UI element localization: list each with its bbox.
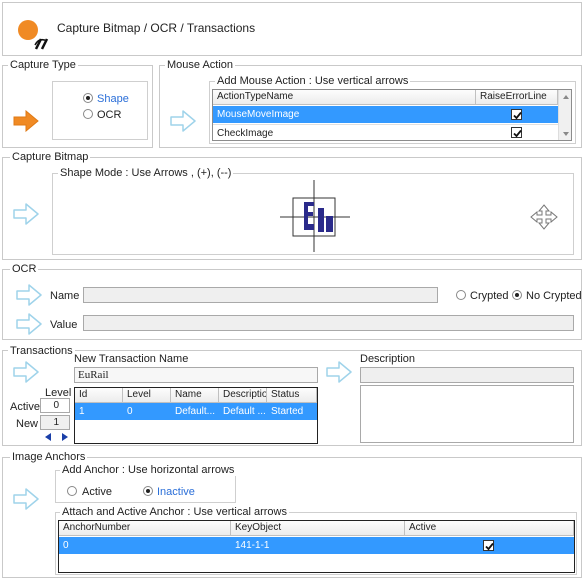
add-mouse-action-legend: Add Mouse Action : Use vertical arrows [215,75,411,87]
ocr-name-arrow-icon[interactable] [16,284,42,306]
col-actiontypename[interactable]: ActionTypeName [213,90,476,105]
anchors-grid[interactable]: AnchorNumber KeyObject Active 0 141-1-1 [58,520,575,573]
description-label: Description [360,353,416,365]
raise-error-checkbox[interactable] [511,109,522,120]
new-level-value: 1 [53,417,59,428]
col-keyobject[interactable]: KeyObject [231,521,405,536]
table-row[interactable]: 0 141-1-1 [59,537,574,554]
orange-arrow-icon [13,110,39,132]
col-raiseerrorline[interactable]: RaiseErrorLine [476,90,558,105]
new-level-input[interactable]: 1 [40,415,70,430]
active-level-value: 0 [53,400,59,411]
active-label: Active [10,401,40,413]
ocr-name-input[interactable] [83,287,438,303]
mouse-action-grid[interactable]: ActionTypeName RaiseErrorLine MouseMoveI… [212,89,572,141]
anchor-active-checkbox[interactable] [483,540,494,551]
radio-no-crypted[interactable] [512,290,522,300]
add-anchor-legend: Add Anchor : Use horizontal arrows [60,464,237,476]
level-left-arrow-icon[interactable] [44,433,52,441]
mouse-action-arrow-icon[interactable] [170,110,196,132]
transaction-description: Default ... [223,406,266,417]
col-status[interactable]: Status [267,388,317,403]
ocr-value-label: Value [50,319,78,331]
mouse-action-name: MouseMoveImage [217,109,300,120]
page-title: Capture Bitmap / OCR / Transactions [57,21,256,35]
radio-crypted[interactable] [456,290,466,300]
radio-anchor-inactive[interactable] [143,486,153,496]
transaction-name-label: New Transaction Name [74,353,189,365]
anchor-number: 0 [63,540,69,551]
transaction-status: Started [271,406,304,417]
transaction-name: Default... [175,406,216,417]
transactions-legend: Transactions [8,345,75,357]
radio-shape-label[interactable]: Shape [97,93,129,105]
col-description[interactable]: Description [219,388,267,403]
transaction-id: 1 [79,406,85,417]
radio-ocr[interactable] [83,109,93,119]
raise-error-checkbox[interactable] [511,127,522,138]
table-row[interactable]: 1 0 Default... Default ... Started [75,403,317,420]
ocr-value-arrow-icon[interactable] [16,313,42,335]
mouse-action-name: CheckImage [217,128,274,139]
header-panel: Capture Bitmap / OCR / Transactions [2,2,582,56]
radio-no-crypted-label[interactable]: No Crypted [526,290,582,302]
col-anchornumber[interactable]: AnchorNumber [59,521,231,536]
radio-shape[interactable] [83,93,93,103]
app-logo-icon [17,15,53,53]
radio-anchor-inactive-label[interactable]: Inactive [157,486,195,498]
bitmap-preview[interactable] [280,180,350,252]
anchor-key-object: 141-1-1 [235,540,270,551]
active-level-input[interactable]: 0 [40,398,70,413]
capture-bitmap-legend: Capture Bitmap [10,151,91,163]
mouse-action-legend: Mouse Action [165,59,236,71]
col-anchor-active[interactable]: Active [405,521,574,536]
image-anchors-legend: Image Anchors [10,451,88,463]
transactions-arrow-icon[interactable] [13,361,39,383]
radio-ocr-label[interactable]: OCR [97,109,121,121]
radio-crypted-label[interactable]: Crypted [470,290,509,302]
capture-type-legend: Capture Type [8,59,78,71]
table-row[interactable]: MouseMoveImage [213,106,558,123]
level-right-arrow-icon[interactable] [61,433,69,441]
radio-anchor-active-label[interactable]: Active [82,486,112,498]
ocr-name-label: Name [50,290,80,302]
ocr-value-input[interactable] [83,315,574,331]
description-textarea[interactable] [360,385,574,443]
col-level[interactable]: Level [123,388,171,403]
table-row[interactable]: CheckImage [213,124,558,140]
shape-mode-legend: Shape Mode : Use Arrows , (+), (--) [58,167,234,179]
description-input[interactable] [360,367,574,383]
transaction-description-arrow-icon[interactable] [326,361,352,383]
new-label: New [16,418,39,430]
transaction-level: 0 [127,406,133,417]
transaction-name-value: EuRail [78,369,109,381]
grid-scrollbar[interactable] [558,90,571,140]
col-name[interactable]: Name [171,388,219,403]
ocr-legend: OCR [10,263,39,275]
image-anchors-arrow-icon[interactable] [13,488,39,510]
capture-bitmap-arrow-icon[interactable] [13,203,39,225]
move-arrows-icon[interactable] [530,204,558,230]
col-id[interactable]: Id [75,388,123,403]
attach-anchor-legend: Attach and Active Anchor : Use vertical … [60,506,289,518]
transactions-grid[interactable]: Id Level Name Description Status 1 0 Def… [74,387,318,444]
radio-anchor-active[interactable] [67,486,77,496]
transaction-name-input[interactable]: EuRail [74,367,318,383]
